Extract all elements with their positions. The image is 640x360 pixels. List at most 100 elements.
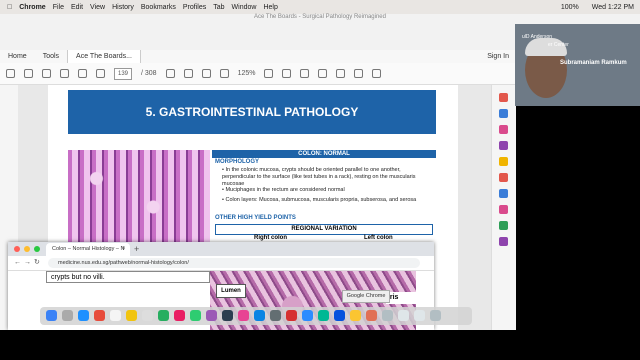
calendar-icon[interactable] [110, 310, 121, 321]
notes-icon[interactable] [126, 310, 137, 321]
menu-history[interactable]: History [112, 4, 134, 11]
bullet-text: Colon layers: Mucosa, submucosa, muscula… [222, 197, 432, 204]
combine-tool-icon[interactable] [499, 125, 508, 134]
menu-view[interactable]: View [90, 4, 105, 11]
forward-icon[interactable]: → [24, 258, 31, 268]
right-colon-label: Right colon [254, 235, 287, 241]
pdf-tool-icon[interactable] [499, 93, 508, 102]
export-tool-icon[interactable] [499, 173, 508, 182]
histology-image [68, 150, 210, 245]
menu-bookmarks[interactable]: Bookmarks [141, 4, 176, 11]
trash-icon[interactable] [430, 310, 441, 321]
morphology-heading: MORPHOLOGY [215, 159, 260, 165]
powerpoint-icon[interactable] [366, 310, 377, 321]
dock-tooltip: Google Chrome [342, 290, 390, 303]
minimize-window-icon[interactable] [24, 246, 30, 252]
acrobat-icon[interactable] [286, 310, 297, 321]
downloads-icon[interactable] [398, 310, 409, 321]
launchpad-icon[interactable] [62, 310, 73, 321]
right-tools-rail [491, 85, 516, 330]
folder-icon[interactable] [382, 310, 393, 321]
reload-icon[interactable]: ↻ [34, 258, 40, 268]
documents-icon[interactable] [414, 310, 425, 321]
close-window-icon[interactable] [14, 246, 20, 252]
zoom-app-icon[interactable] [302, 310, 313, 321]
fill-sign-tool-icon[interactable] [499, 221, 508, 230]
acrobat-toolbar: 139 / 308 125% [0, 63, 515, 85]
close-tab-icon[interactable]: × [122, 243, 126, 256]
zoom-level[interactable]: 125% [238, 70, 256, 77]
menu-file[interactable]: File [53, 4, 64, 11]
screen-letterbox [0, 330, 640, 360]
webcam-overlay-text: er Center [548, 42, 569, 48]
new-tab-button[interactable]: + [134, 243, 139, 256]
tab-document[interactable]: Ace The Boards... [67, 50, 141, 63]
search-icon[interactable] [60, 69, 69, 78]
webcam-overlay-text: ulD Anderson [522, 34, 553, 40]
other-points-heading: OTHER HIGH YIELD POINTS [215, 215, 296, 221]
facetime-icon[interactable] [190, 310, 201, 321]
reminders-icon[interactable] [142, 310, 153, 321]
messages-icon[interactable] [158, 310, 169, 321]
fit-icon[interactable] [264, 69, 274, 78]
comment-tool-icon[interactable] [499, 157, 508, 166]
photos-icon[interactable] [174, 310, 185, 321]
appstore-icon[interactable] [254, 310, 265, 321]
acrobat-tabbar: Home Tools Ace The Boards... Sign In [0, 50, 515, 64]
menu-help[interactable]: Help [263, 4, 277, 11]
protect-tool-icon[interactable] [499, 205, 508, 214]
excel-icon[interactable] [318, 310, 329, 321]
print-icon[interactable] [42, 69, 51, 78]
chapter-title: 5. GASTROINTESTINAL PATHOLOGY [145, 105, 359, 119]
tab-tools[interactable]: Tools [35, 50, 67, 63]
battery-level[interactable]: 100% [561, 4, 579, 11]
zoom-in-icon[interactable] [219, 69, 229, 78]
chrome-tab[interactable]: Colon – Normal Histology – N [46, 243, 130, 256]
comment-icon[interactable] [282, 69, 292, 78]
page-number-input[interactable]: 139 [114, 67, 132, 80]
mail-icon[interactable] [94, 310, 105, 321]
sign-in-link[interactable]: Sign In [487, 53, 509, 60]
clock[interactable]: Wed 1:22 PM [592, 4, 634, 11]
page-total: / 308 [141, 70, 157, 77]
safari-icon[interactable] [78, 310, 89, 321]
maximize-window-icon[interactable] [34, 246, 40, 252]
stamp-icon[interactable] [336, 69, 346, 78]
back-icon[interactable]: ← [14, 258, 21, 268]
settings-icon[interactable] [270, 310, 281, 321]
prev-page-icon[interactable] [78, 69, 87, 78]
section-header: COLON: NORMAL [212, 150, 436, 158]
menu-tab[interactable]: Tab [213, 4, 224, 11]
bullet-text: Muciphages in the rectum are considered … [222, 187, 432, 194]
delete-icon[interactable] [354, 69, 364, 78]
more-tools-icon[interactable] [499, 237, 508, 246]
highlight-icon[interactable] [318, 69, 328, 78]
export-icon[interactable] [372, 69, 382, 78]
zoom-out-icon[interactable] [201, 69, 211, 78]
podcasts-icon[interactable] [206, 310, 217, 321]
bullet-text: In the colonic mucosa, crypts should be … [222, 167, 432, 188]
upload-icon[interactable] [24, 69, 33, 78]
scan-tool-icon[interactable] [499, 189, 508, 198]
music-icon[interactable] [238, 310, 249, 321]
finder-icon[interactable] [46, 310, 57, 321]
star-icon[interactable] [6, 69, 15, 78]
edit-tool-icon[interactable] [499, 109, 508, 118]
word-icon[interactable] [334, 310, 345, 321]
menu-profiles[interactable]: Profiles [183, 4, 206, 11]
menu-window[interactable]: Window [232, 4, 257, 11]
tv-icon[interactable] [222, 310, 233, 321]
hand-icon[interactable] [183, 69, 193, 78]
cursor-icon[interactable] [165, 69, 175, 78]
tab-home[interactable]: Home [0, 50, 35, 63]
menu-app-name[interactable]: Chrome [19, 4, 45, 11]
pen-icon[interactable] [300, 69, 310, 78]
next-page-icon[interactable] [96, 69, 105, 78]
address-bar[interactable]: medicine.nus.edu.sg/pathweb/normal-histo… [48, 258, 420, 268]
regional-variation-header: REGIONAL VARIATION [215, 224, 433, 235]
menu-edit[interactable]: Edit [71, 4, 83, 11]
apple-icon[interactable]:  [7, 4, 12, 11]
mac-menubar:  Chrome File Edit View History Bookmark… [0, 0, 640, 14]
organize-tool-icon[interactable] [499, 141, 508, 150]
chrome-icon[interactable] [350, 310, 361, 321]
